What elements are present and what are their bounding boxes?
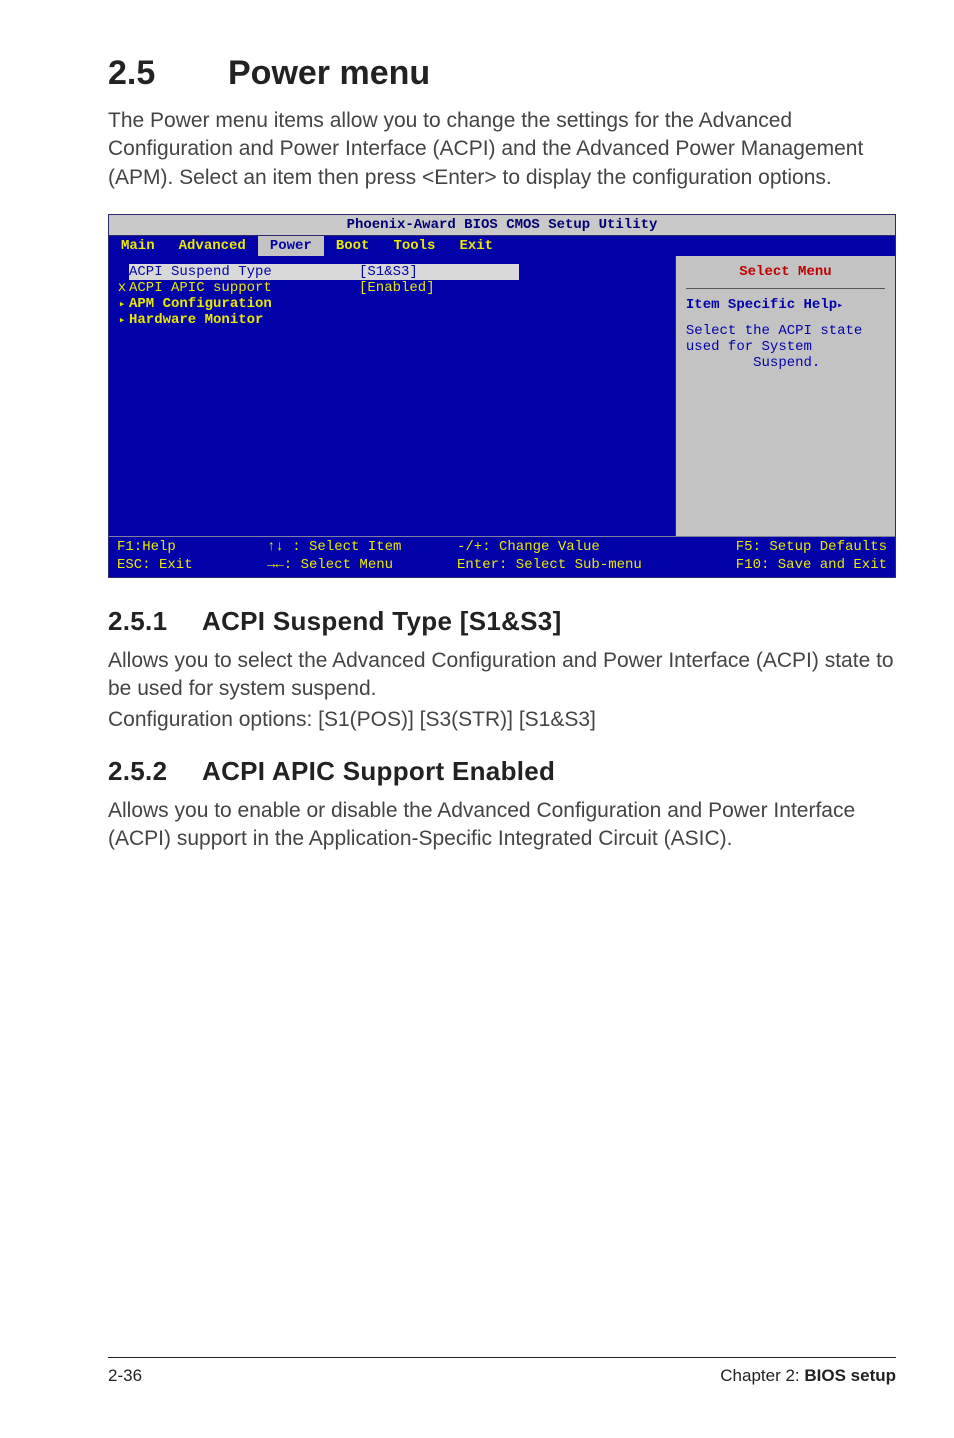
s251-p1: Allows you to select the Advanced Config… [108,647,896,704]
bios-menubar: Main Advanced Power Boot Tools Exit [109,236,895,256]
key-setup-defaults: F5: Setup Defaults [717,539,887,555]
row-acpi-apic[interactable]: xACPI APIC support[Enabled] [115,280,675,296]
key-select-submenu: Enter: Select Sub-menu [457,557,717,573]
bios-footer: F1:Help ↑↓ : Select Item -/+: Change Val… [109,536,895,577]
row-apm-config[interactable]: APM Configuration [115,296,675,312]
bios-right-pane: Select Menu Item Specific Help Select th… [675,256,895,536]
menu-power[interactable]: Power [258,236,324,256]
bios-left-pane: ACPI Suspend Type[S1&S3] xACPI APIC supp… [109,256,675,536]
s252-p1: Allows you to enable or disable the Adva… [108,797,896,854]
section-title-text: Power menu [228,54,430,92]
select-menu-hint: Select Menu [686,264,885,280]
sub-title: ACPI APIC Support Enabled [202,756,555,786]
row-acpi-suspend[interactable]: ACPI Suspend Type[S1&S3] [115,264,675,280]
bios-title: Phoenix-Award BIOS CMOS Setup Utility [109,215,895,236]
bios-panel: Phoenix-Award BIOS CMOS Setup Utility Ma… [108,214,896,578]
menu-tools[interactable]: Tools [381,236,447,256]
subheading-252: 2.5.2ACPI APIC Support Enabled [108,756,896,787]
help-arrow-icon [837,297,843,313]
section-number: 2.5 [108,54,228,93]
sub-title: ACPI Suspend Type [S1&S3] [202,606,562,636]
sub-number: 2.5.2 [108,756,202,787]
sub-number: 2.5.1 [108,606,202,637]
s251-p2: Configuration options: [S1(POS)] [S3(STR… [108,706,896,734]
menu-advanced[interactable]: Advanced [167,236,258,256]
intro-paragraph: The Power menu items allow you to change… [108,107,896,192]
item-help-label: Item Specific Help [686,297,885,313]
divider [686,288,885,289]
help-line1: Select the ACPI state [686,323,885,339]
subheading-251: 2.5.1ACPI Suspend Type [S1&S3] [108,606,896,637]
key-change-value: -/+: Change Value [457,539,717,555]
menu-exit[interactable]: Exit [447,236,505,256]
help-line3: Suspend. [686,355,885,371]
menu-boot[interactable]: Boot [324,236,382,256]
chapter-label: Chapter 2: BIOS setup [720,1366,896,1386]
key-help: F1:Help [117,539,267,555]
row-hardware-monitor[interactable]: Hardware Monitor [115,312,675,328]
submenu-icon [115,312,129,328]
footer-rule [108,1357,896,1358]
key-save-exit: F10: Save and Exit [717,557,887,573]
help-line2: used for System [686,339,885,355]
key-select-item: ↑↓ : Select Item [267,539,457,555]
section-heading: 2.5Power menu [108,54,896,93]
menu-main[interactable]: Main [109,236,167,256]
page-footer: 2-36 Chapter 2: BIOS setup [0,1357,954,1386]
submenu-icon [115,296,129,312]
page-number: 2-36 [108,1366,142,1386]
key-select-menu: →←: Select Menu [267,557,457,573]
key-exit: ESC: Exit [117,557,267,573]
